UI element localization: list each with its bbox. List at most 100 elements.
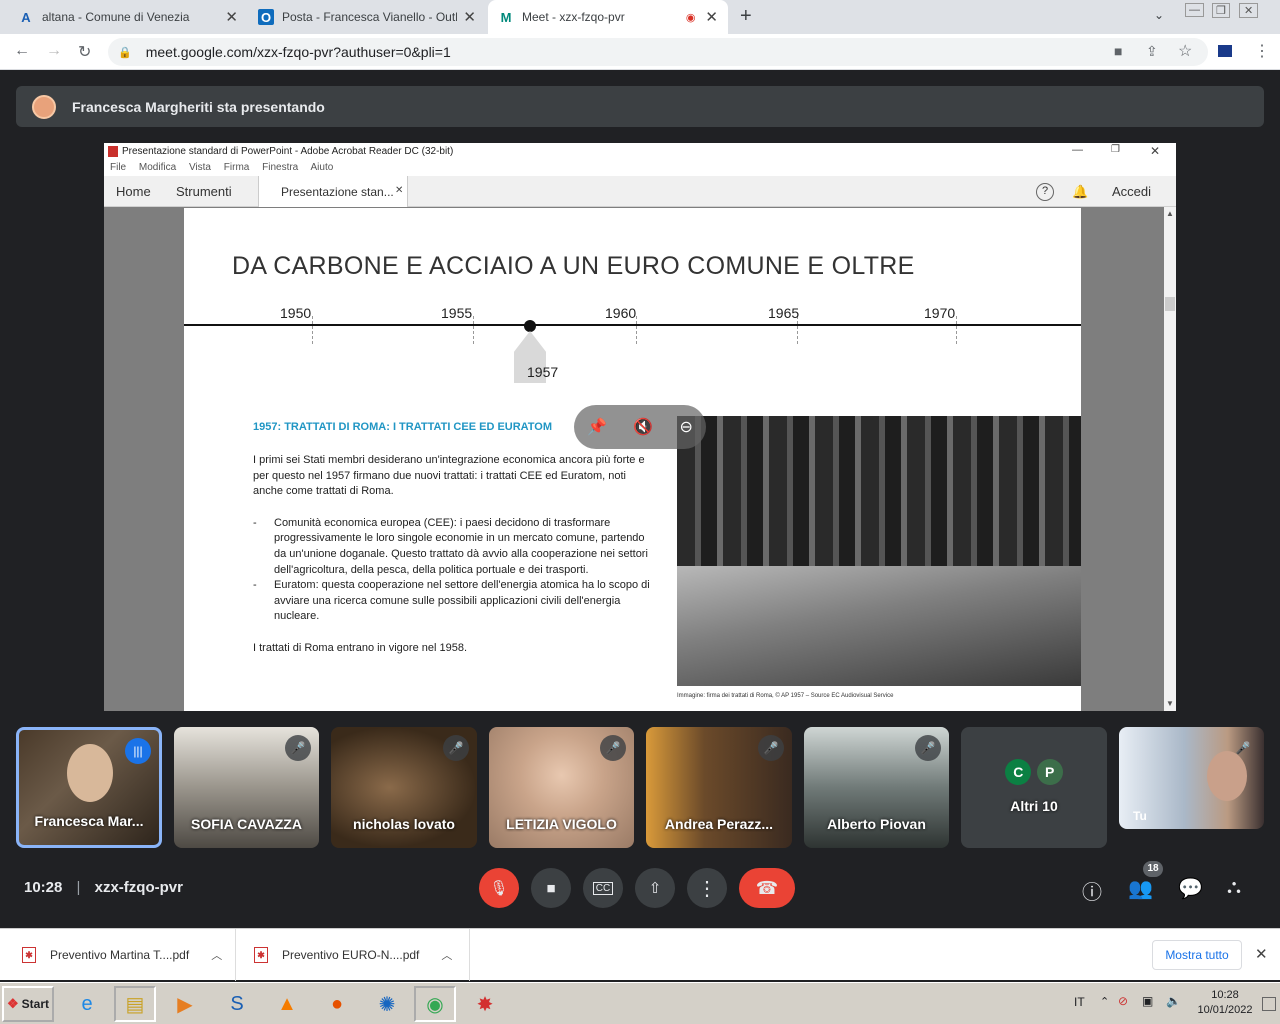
people-icon[interactable]: 👥 bbox=[1128, 876, 1153, 901]
bell-icon[interactable]: 🔔 bbox=[1072, 184, 1088, 200]
scroll-up-icon[interactable]: ▲ bbox=[1166, 209, 1174, 218]
participant-tile-nicholas[interactable]: 🎤 nicholas lovato bbox=[331, 727, 477, 848]
vlc-icon[interactable]: ▲ bbox=[266, 986, 308, 1022]
tab-meet[interactable]: M Meet - xzx-fzqo-pvr ◉ ✕ bbox=[488, 0, 728, 34]
download-item[interactable]: ✱ Preventivo EURO-N....pdf ︿ bbox=[254, 929, 470, 981]
minimize-icon[interactable]: ⊖ bbox=[679, 417, 692, 437]
camera-icon[interactable]: ■ bbox=[1114, 43, 1122, 59]
home-button[interactable]: Home bbox=[116, 184, 151, 199]
restore-icon[interactable]: ❐ bbox=[1212, 3, 1230, 18]
document-tab[interactable]: Presentazione stan... ✕ bbox=[258, 176, 408, 207]
file-explorer-icon[interactable]: ▤ bbox=[114, 986, 156, 1022]
close-icon[interactable]: ✕ bbox=[705, 8, 718, 26]
participant-tile-others[interactable]: C P Altri 10 bbox=[961, 727, 1107, 848]
marker-year: 1957 bbox=[527, 364, 559, 380]
window-close-icon[interactable]: ✕ bbox=[1239, 3, 1259, 18]
eu-flag-icon[interactable] bbox=[1218, 45, 1232, 57]
chevron-up-icon[interactable]: ︿ bbox=[211, 947, 222, 963]
participant-tile-sofia[interactable]: 🎤 SOFIA CAVAZZA bbox=[174, 727, 319, 848]
leave-call-button[interactable]: ☎ bbox=[739, 868, 795, 908]
internet-explorer-icon[interactable]: e bbox=[66, 986, 108, 1022]
minimize-icon[interactable]: — bbox=[1185, 3, 1204, 17]
timeline-year: 1960 bbox=[605, 305, 637, 321]
network-app-icon[interactable]: ✺ bbox=[366, 986, 408, 1022]
participant-tile-letizia[interactable]: 🎤 LETIZIA VIGOLO bbox=[489, 727, 634, 848]
present-screen-button[interactable]: ⇧ bbox=[635, 868, 675, 908]
help-icon[interactable]: ? bbox=[1036, 183, 1054, 201]
tab-outlook[interactable]: O Posta - Francesca Vianello - Outlook ✕ bbox=[248, 0, 486, 34]
participant-tile-francesca[interactable]: ||| Francesca Mar... bbox=[16, 727, 162, 848]
unpin-icon[interactable]: 📌 bbox=[587, 417, 607, 437]
start-button[interactable]: ❖ Start bbox=[2, 986, 54, 1022]
scroll-thumb[interactable] bbox=[1165, 297, 1175, 311]
others-label: Altri 10 bbox=[1010, 798, 1058, 814]
mic-toggle-button[interactable]: 🎙 bbox=[479, 868, 519, 908]
meeting-details-icon[interactable]: ⓘ bbox=[1082, 876, 1102, 905]
tab-title: Meet - xzx-fzqo-pvr bbox=[522, 10, 625, 24]
show-all-button[interactable]: Mostra tutto bbox=[1152, 940, 1242, 970]
pdf-icon: ✱ bbox=[22, 947, 36, 963]
chat-icon[interactable]: 💬 bbox=[1178, 876, 1203, 901]
mute-audio-icon[interactable]: 🔇 bbox=[633, 417, 653, 437]
language-indicator[interactable]: IT bbox=[1074, 995, 1085, 1009]
vertical-scrollbar[interactable]: ▲ ▼ bbox=[1164, 207, 1176, 711]
tray-expand-icon[interactable]: ⌃ bbox=[1100, 995, 1109, 1008]
back-icon[interactable]: ← bbox=[14, 42, 30, 60]
close-icon[interactable]: ✕ bbox=[463, 8, 476, 26]
mic-off-icon: 🎙 bbox=[489, 880, 509, 897]
captions-icon: CC bbox=[592, 881, 614, 895]
window-close-icon[interactable]: ✕ bbox=[1150, 144, 1160, 158]
participant-tile-alberto[interactable]: 🎤 Alberto Piovan bbox=[804, 727, 949, 848]
photo-caption: Immagine: firma dei trattati di Roma, © … bbox=[677, 693, 894, 699]
show-desktop-icon[interactable] bbox=[1262, 997, 1276, 1011]
firefox-icon[interactable]: ● bbox=[316, 986, 358, 1022]
network-status-icon[interactable]: ⊘ bbox=[1118, 994, 1128, 1008]
url-bar[interactable]: 🔒 meet.google.com/xzx-fzqo-pvr?authuser=… bbox=[108, 38, 1208, 66]
participant-name: nicholas lovato bbox=[353, 816, 455, 832]
menu-file[interactable]: File bbox=[110, 162, 126, 173]
login-button[interactable]: Accedi bbox=[1112, 184, 1151, 199]
volume-icon[interactable]: 🔈 bbox=[1166, 994, 1181, 1008]
tools-button[interactable]: Strumenti bbox=[176, 184, 232, 199]
participant-tile-self[interactable]: 🎤 Tu bbox=[1119, 727, 1264, 829]
participant-name: LETIZIA VIGOLO bbox=[506, 816, 617, 832]
chrome-icon[interactable]: ◉ bbox=[414, 986, 456, 1022]
timeline-year: 1950 bbox=[280, 305, 312, 321]
chevron-up-icon[interactable]: ︿ bbox=[441, 947, 452, 963]
skype-icon[interactable]: S bbox=[216, 986, 258, 1022]
photo-crowd bbox=[677, 416, 1081, 566]
menu-finestra[interactable]: Finestra bbox=[262, 162, 298, 173]
menu-vista[interactable]: Vista bbox=[189, 162, 211, 173]
new-tab-icon[interactable]: + bbox=[740, 5, 752, 28]
minimize-icon[interactable]: — bbox=[1072, 144, 1083, 156]
restore-icon[interactable]: ❐ bbox=[1111, 144, 1120, 155]
camera-toggle-button[interactable]: ■ bbox=[531, 868, 571, 908]
activities-icon[interactable]: ⛬ bbox=[1227, 876, 1241, 899]
tab-altana[interactable]: A altana - Comune di Venezia ✕ bbox=[8, 0, 248, 34]
share-icon[interactable]: ⇪ bbox=[1146, 43, 1158, 60]
bookmark-star-icon[interactable]: ☆ bbox=[1178, 41, 1192, 61]
download-filename: Preventivo Martina T....pdf bbox=[50, 948, 190, 962]
media-player-icon[interactable]: ▶ bbox=[164, 986, 206, 1022]
captions-button[interactable]: CC bbox=[583, 868, 623, 908]
menu-firma[interactable]: Firma bbox=[224, 162, 250, 173]
meeting-code: xzx-fzqo-pvr bbox=[94, 879, 183, 896]
participant-tile-andrea[interactable]: 🎤 Andrea Perazz... bbox=[646, 727, 792, 848]
scroll-down-icon[interactable]: ▼ bbox=[1166, 699, 1174, 708]
menu-dots-icon[interactable]: ⋮ bbox=[1254, 41, 1270, 61]
more-options-button[interactable]: ⋮ bbox=[687, 868, 727, 908]
muted-mic-icon: 🎤 bbox=[915, 735, 941, 761]
menu-modifica[interactable]: Modifica bbox=[139, 162, 176, 173]
paint-splash-icon[interactable]: ✸ bbox=[464, 986, 506, 1022]
reload-icon[interactable]: ↻ bbox=[78, 42, 91, 62]
close-icon[interactable]: ✕ bbox=[1255, 945, 1268, 963]
windows-logo-icon: ❖ bbox=[7, 996, 19, 1011]
tray-window-icon[interactable]: ▣ bbox=[1142, 994, 1153, 1008]
forward-icon[interactable]: → bbox=[46, 42, 62, 60]
download-item[interactable]: ✱ Preventivo Martina T....pdf ︿ bbox=[22, 929, 236, 981]
menu-aiuto[interactable]: Aiuto bbox=[310, 162, 333, 173]
close-icon[interactable]: ✕ bbox=[395, 185, 403, 196]
close-icon[interactable]: ✕ bbox=[225, 8, 238, 26]
tab-search-icon[interactable]: ⌄ bbox=[1154, 8, 1164, 22]
system-clock[interactable]: 10:28 10/01/2022 bbox=[1196, 988, 1254, 1018]
